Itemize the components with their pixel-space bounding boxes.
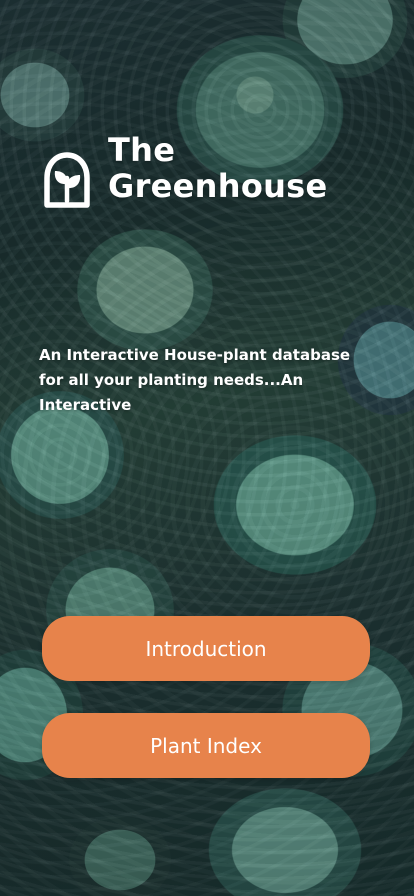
home-screen: The Greenhouse An Interactive House-plan… (0, 0, 414, 896)
app-title-line-1: The (108, 131, 176, 169)
brand-header: The Greenhouse (38, 132, 328, 210)
app-title-line-2: Greenhouse (108, 167, 328, 205)
app-tagline: An Interactive House-plant database for … (39, 346, 351, 414)
introduction-button[interactable]: Introduction (42, 616, 370, 681)
greenhouse-plant-logo-icon (44, 152, 90, 208)
app-title: The Greenhouse (108, 132, 328, 204)
plant-index-button[interactable]: Plant Index (42, 713, 370, 778)
